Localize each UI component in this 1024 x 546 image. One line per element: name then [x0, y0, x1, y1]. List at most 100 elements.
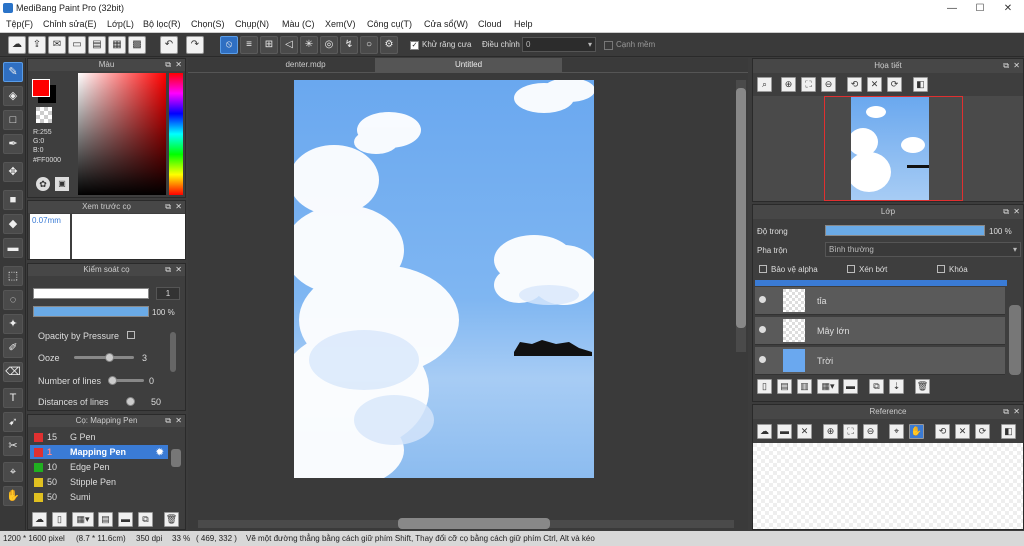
- close-icon[interactable]: ✕: [175, 415, 182, 427]
- protect-alpha-checkbox[interactable]: [759, 265, 767, 273]
- select-pen-icon[interactable]: ✐: [3, 338, 23, 358]
- reset-view-icon[interactable]: ✕: [867, 77, 882, 92]
- antialias-checkbox[interactable]: ✓: [410, 41, 419, 50]
- cloud-download-icon[interactable]: ☁: [32, 512, 47, 527]
- text-tool-icon[interactable]: T: [3, 388, 23, 408]
- opacity-pressure-checkbox[interactable]: [127, 331, 135, 339]
- brush-item-g-pen[interactable]: 15 G Pen: [30, 430, 168, 444]
- curve-snap-icon[interactable]: ↯: [340, 36, 358, 54]
- adjust-select[interactable]: 0 ▾: [522, 37, 596, 52]
- close-icon[interactable]: ✕: [797, 424, 812, 439]
- menu-cloud[interactable]: Cloud: [478, 19, 502, 29]
- divide-tool-icon[interactable]: ✂: [3, 436, 23, 456]
- ooze-slider-knob[interactable]: [105, 353, 114, 362]
- reference-view[interactable]: [753, 443, 1023, 529]
- hand-tool-icon[interactable]: ✋: [3, 486, 23, 506]
- menu-file[interactable]: Tệp(F): [6, 19, 33, 29]
- new-8bit-layer-icon[interactable]: ▥: [797, 379, 812, 394]
- drawing-canvas[interactable]: [294, 80, 594, 478]
- rotate-right-icon[interactable]: ⟳: [975, 424, 990, 439]
- eye-icon[interactable]: [759, 326, 766, 333]
- gear-icon[interactable]: ✹: [156, 445, 164, 459]
- cross-snap-icon[interactable]: ⊞: [260, 36, 278, 54]
- eraser-tool-icon[interactable]: ◈: [3, 86, 23, 106]
- close-window-button[interactable]: ✕: [994, 0, 1022, 17]
- new-file-icon[interactable]: ▭: [68, 36, 86, 54]
- menu-window[interactable]: Cửa sổ(W): [424, 19, 468, 29]
- add-layer-menu-icon[interactable]: ▦▾: [817, 379, 839, 394]
- brush-list-scrollbar[interactable]: [171, 449, 181, 467]
- merge-layer-icon[interactable]: ⇣: [889, 379, 904, 394]
- open-file-icon[interactable]: ▤: [88, 36, 106, 54]
- layer-folder-icon[interactable]: ▬: [843, 379, 858, 394]
- palette-icon[interactable]: ✿: [36, 177, 50, 191]
- zoom-in-icon[interactable]: ⊕: [823, 424, 838, 439]
- snap-off-icon[interactable]: ⦸: [220, 36, 238, 54]
- cloud-icon[interactable]: ☁: [8, 36, 26, 54]
- float-icon[interactable]: ⧉: [165, 264, 171, 276]
- close-icon[interactable]: ✕: [175, 264, 182, 276]
- layer-row-may-lon[interactable]: Mây lớn: [755, 317, 1005, 345]
- float-icon[interactable]: ⧉: [165, 59, 171, 71]
- rotate-left-icon[interactable]: ⟲: [935, 424, 950, 439]
- cloud-icon[interactable]: ☁: [757, 424, 772, 439]
- settings-icon[interactable]: ⚙: [380, 36, 398, 54]
- menu-capture[interactable]: Chụp(N): [235, 19, 269, 29]
- menu-view[interactable]: Xem(V): [325, 19, 356, 29]
- close-icon[interactable]: ✕: [175, 201, 182, 213]
- soft-edge-checkbox[interactable]: [604, 41, 613, 50]
- blend-mode-select[interactable]: Bình thường ▾: [825, 242, 1021, 257]
- lasso-tool-icon[interactable]: ◌: [3, 290, 23, 310]
- menu-filter[interactable]: Bộ lọc(R): [143, 19, 181, 29]
- clipping-checkbox[interactable]: [847, 265, 855, 273]
- select-eraser-icon[interactable]: ⌫: [3, 362, 23, 382]
- ooze-slider[interactable]: [74, 356, 134, 359]
- menu-edit[interactable]: Chỉnh sửa(E): [43, 19, 97, 29]
- delete-layer-icon[interactable]: 🗑: [915, 379, 930, 394]
- operation-tool-icon[interactable]: ➹: [3, 412, 23, 432]
- magic-wand-icon[interactable]: ✦: [3, 314, 23, 334]
- zoom-out-icon[interactable]: ⊖: [821, 77, 836, 92]
- menu-help[interactable]: Help: [514, 19, 533, 29]
- float-icon[interactable]: ⧉: [1003, 405, 1009, 419]
- new-brush-icon[interactable]: ▯: [52, 512, 67, 527]
- bucket-tool-icon[interactable]: ◆: [3, 214, 23, 234]
- close-icon[interactable]: ✕: [1013, 205, 1020, 219]
- share-icon[interactable]: ⇪: [28, 36, 46, 54]
- lines-slider-knob[interactable]: [108, 376, 117, 385]
- float-icon[interactable]: ⧉: [1003, 59, 1009, 73]
- tab-untitled[interactable]: Untitled: [375, 58, 562, 72]
- fit-icon[interactable]: ⛶: [801, 77, 816, 92]
- maximize-button[interactable]: ☐: [966, 0, 994, 17]
- color-history-icon[interactable]: ▣: [55, 177, 69, 191]
- eyedropper-icon[interactable]: ⌖: [3, 462, 23, 482]
- float-icon[interactable]: ⧉: [165, 201, 171, 213]
- float-icon[interactable]: ⧉: [1003, 205, 1009, 219]
- minimize-button[interactable]: —: [938, 0, 966, 17]
- hue-slider[interactable]: [169, 73, 183, 195]
- layer-row-troi[interactable]: Trời: [755, 347, 1005, 375]
- brush-item-mapping-pen[interactable]: 1 Mapping Pen ✹: [30, 445, 168, 459]
- duplicate-layer-icon[interactable]: ⧉: [869, 379, 884, 394]
- brush-settings-icon[interactable]: ▤: [98, 512, 113, 527]
- chat-icon[interactable]: ✉: [48, 36, 66, 54]
- brush-tool-icon[interactable]: ✎: [3, 62, 23, 82]
- primary-color-swatch[interactable]: [32, 79, 50, 97]
- fill-rect-tool-icon[interactable]: ■: [3, 190, 23, 210]
- zoom-icon[interactable]: ⌕: [757, 77, 772, 92]
- horizontal-scrollbar[interactable]: [398, 518, 550, 529]
- zoom-in-icon[interactable]: ⊕: [781, 77, 796, 92]
- redo-icon[interactable]: ↷: [186, 36, 204, 54]
- parallel-snap-icon[interactable]: ≡: [240, 36, 258, 54]
- layer-row-tia[interactable]: tỉa: [755, 287, 1005, 315]
- flip-icon[interactable]: ◧: [1001, 424, 1016, 439]
- fountain-pen-icon[interactable]: ✒: [3, 134, 23, 154]
- new-halftone-layer-icon[interactable]: ▤: [777, 379, 792, 394]
- layer-scrollbar[interactable]: [1009, 305, 1021, 375]
- flip-icon[interactable]: ◧: [913, 77, 928, 92]
- brush-item-stipple-pen[interactable]: 50 Stipple Pen: [30, 475, 168, 489]
- menu-tools[interactable]: Công cụ(T): [367, 19, 412, 29]
- circle-snap-icon[interactable]: ◎: [320, 36, 338, 54]
- zoom-out-icon[interactable]: ⊖: [863, 424, 878, 439]
- undo-icon[interactable]: ↶: [160, 36, 178, 54]
